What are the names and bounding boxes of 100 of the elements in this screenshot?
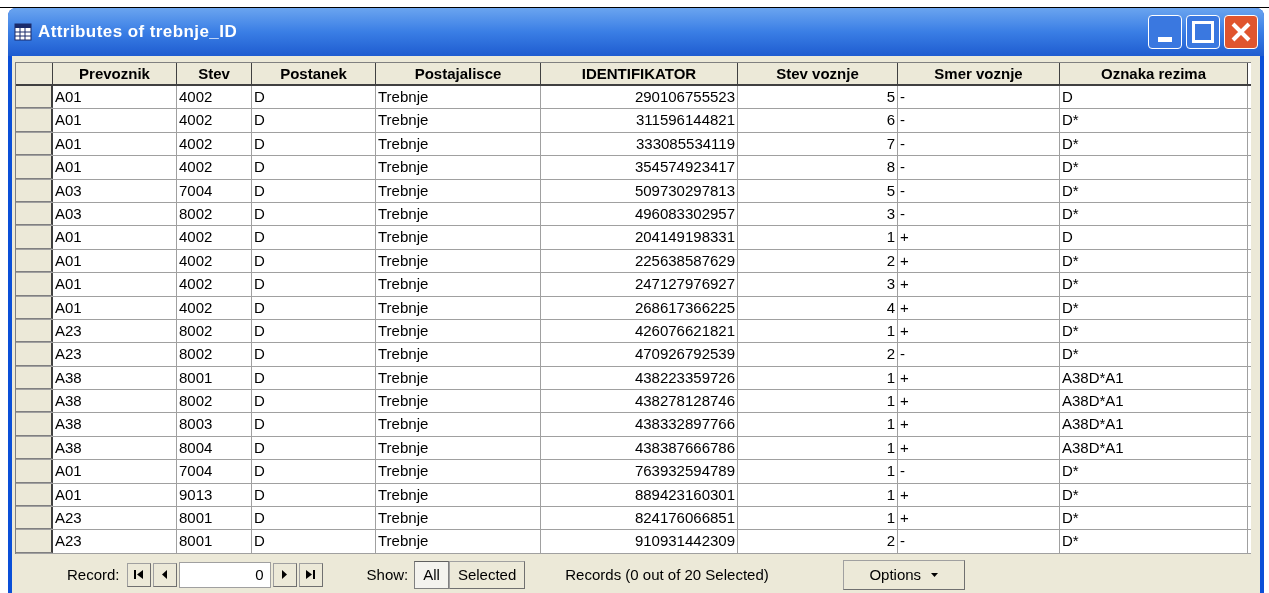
column-header[interactable]: IDENTIFIKATOR	[541, 63, 738, 84]
table-cell: Trebnje	[376, 460, 541, 483]
table-cell: 1	[738, 366, 898, 390]
maximize-button[interactable]	[1186, 15, 1220, 49]
table-cell: D	[252, 156, 376, 179]
table-cell: D	[252, 413, 376, 436]
row-selector[interactable]	[16, 296, 53, 319]
next-record-button[interactable]	[272, 562, 297, 587]
show-toggle[interactable]: Selected	[448, 560, 526, 589]
minimize-button[interactable]	[1148, 15, 1182, 49]
table-cell: Trebnje	[376, 86, 541, 109]
row-selector[interactable]	[16, 156, 53, 179]
table-cell: D*	[1060, 273, 1248, 296]
table-cell: Trebnje	[376, 343, 541, 366]
column-header[interactable]: Postajalisce	[376, 63, 541, 84]
show-label: Show:	[366, 564, 409, 585]
table-cell: +	[898, 249, 1060, 273]
table-cell: A38D*A1	[1060, 390, 1248, 413]
previous-record-button[interactable]	[152, 562, 177, 587]
table-cell: Trebnje	[376, 109, 541, 132]
table-cell: 4002	[177, 249, 252, 273]
table-cell: A01	[53, 296, 177, 319]
table-cell: 910931442309	[541, 530, 738, 553]
row-selector[interactable]	[16, 530, 53, 553]
table-cell: 438223359726	[541, 366, 738, 390]
table-cell: 1	[738, 436, 898, 460]
table-cell: +	[898, 273, 1060, 296]
row-selector[interactable]	[16, 483, 53, 507]
table-cell: 763932594789	[541, 460, 738, 483]
column-header[interactable]: Stev voznje	[738, 63, 898, 84]
table-cell: +	[898, 296, 1060, 319]
table-cell: Trebnje	[376, 296, 541, 319]
row-selector[interactable]	[16, 179, 53, 202]
column-header[interactable]: Stev	[177, 63, 252, 84]
table-cell: Trebnje	[376, 413, 541, 436]
row-selector[interactable]	[16, 436, 53, 460]
table-cell: D*	[1060, 319, 1248, 343]
table-cell: 824176066851	[541, 507, 738, 530]
table-cell: A23	[53, 319, 177, 343]
column-header[interactable]: Oznaka rezima	[1060, 63, 1248, 84]
table-cell: 8004	[177, 436, 252, 460]
table-cell: D	[1060, 86, 1248, 109]
table-cell: D	[252, 460, 376, 483]
row-selector[interactable]	[16, 109, 53, 132]
table-cell: -	[898, 132, 1060, 156]
table-cell: Trebnje	[376, 226, 541, 249]
row-selector[interactable]	[16, 460, 53, 483]
table-cell: +	[898, 226, 1060, 249]
options-button[interactable]: Options	[842, 559, 965, 590]
table-cell: A38	[53, 390, 177, 413]
table-cell: 1	[738, 226, 898, 249]
row-selector[interactable]	[16, 226, 53, 249]
row-selector[interactable]	[16, 413, 53, 436]
table-cell: 4	[738, 296, 898, 319]
close-button[interactable]	[1224, 15, 1258, 49]
table-cell: D*	[1060, 296, 1248, 319]
column-header[interactable]: Postanek	[252, 63, 376, 84]
table-cell: 470926792539	[541, 343, 738, 366]
table-cell: D	[252, 390, 376, 413]
row-selector[interactable]	[16, 202, 53, 226]
first-record-button[interactable]	[126, 562, 151, 587]
table-cell: D	[252, 296, 376, 319]
previous-icon	[162, 570, 168, 580]
last-record-button[interactable]	[298, 562, 323, 587]
record-label: Record:	[67, 564, 120, 585]
table-cell: +	[898, 413, 1060, 436]
column-header[interactable]: Prevoznik	[53, 63, 177, 84]
row-selector[interactable]	[16, 390, 53, 413]
table-cell: -	[898, 86, 1060, 109]
table-cell: +	[898, 366, 1060, 390]
table-cell: D*	[1060, 460, 1248, 483]
table-cell: 4002	[177, 273, 252, 296]
show-toggle[interactable]: All	[414, 560, 449, 589]
table-cell: D	[1060, 226, 1248, 249]
row-selector[interactable]	[16, 507, 53, 530]
row-selector[interactable]	[16, 132, 53, 156]
table-cell: 8001	[177, 530, 252, 553]
row-selector[interactable]	[16, 249, 53, 273]
row-selector[interactable]	[16, 273, 53, 296]
table-cell: 1	[738, 319, 898, 343]
table-cell: A01	[53, 273, 177, 296]
record-field[interactable]: 0	[178, 561, 271, 588]
table-cell: Trebnje	[376, 179, 541, 202]
table-cell: 7004	[177, 179, 252, 202]
row-selector[interactable]	[16, 86, 53, 109]
row-selector[interactable]	[16, 343, 53, 366]
table-cell: 2	[738, 530, 898, 553]
row-selector[interactable]	[16, 366, 53, 390]
table-cell: 2	[738, 249, 898, 273]
table-cell: D*	[1060, 202, 1248, 226]
table-cell: Trebnje	[376, 273, 541, 296]
row-selector[interactable]	[16, 319, 53, 343]
table-cell: 1	[738, 413, 898, 436]
column-header[interactable]: Smer voznje	[898, 63, 1060, 84]
table-cell: D	[252, 226, 376, 249]
table-cell: 247127976927	[541, 273, 738, 296]
table-cell: A03	[53, 179, 177, 202]
table-cell: 889423160301	[541, 483, 738, 507]
table-cell: D	[252, 436, 376, 460]
table-cell: 7004	[177, 460, 252, 483]
